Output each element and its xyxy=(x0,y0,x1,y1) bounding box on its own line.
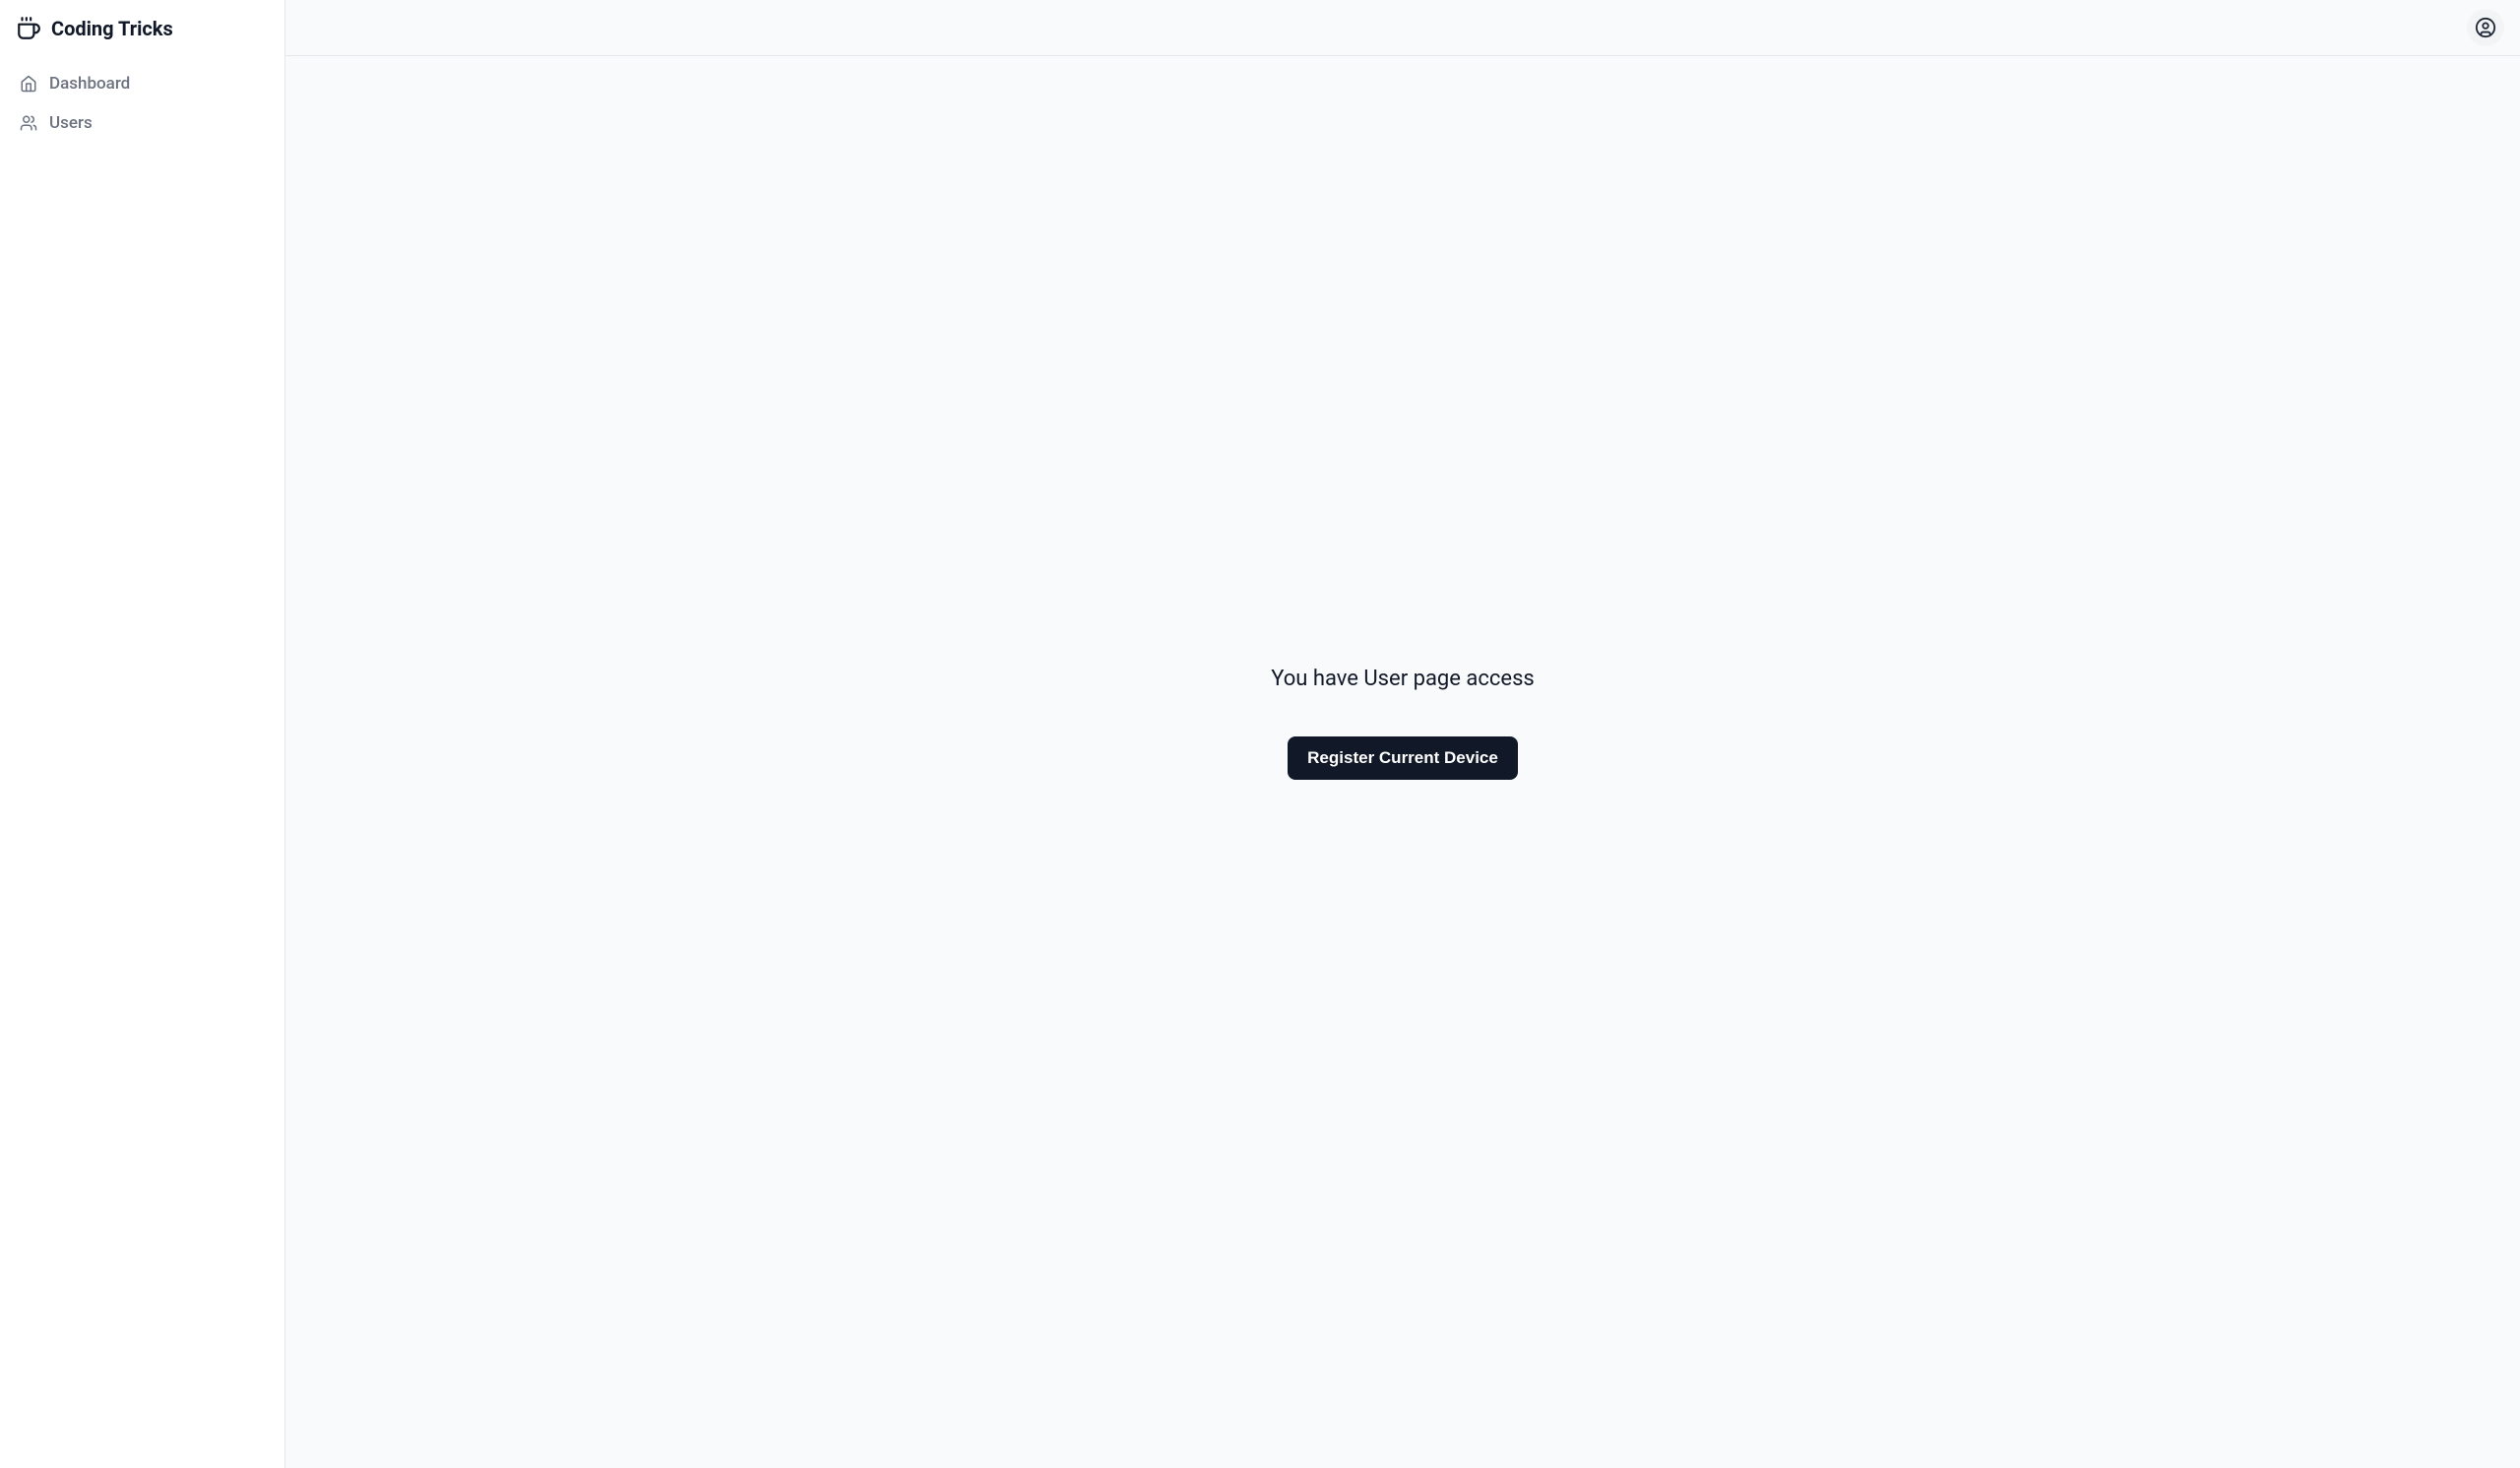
sidebar-item-users[interactable]: Users xyxy=(8,105,277,141)
users-icon xyxy=(20,114,37,132)
sidebar-item-dashboard[interactable]: Dashboard xyxy=(8,66,277,101)
sidebar-nav: Dashboard Users xyxy=(0,56,284,151)
main-area: You have User page access Register Curre… xyxy=(285,0,2520,1468)
sidebar-item-label: Users xyxy=(49,113,93,133)
sidebar-header: Coding Tricks xyxy=(0,0,284,56)
sidebar: Coding Tricks Dashboard Users xyxy=(0,0,285,1468)
sidebar-item-label: Dashboard xyxy=(49,74,130,94)
topbar xyxy=(285,0,2520,56)
access-message: You have User page access xyxy=(1271,667,1535,691)
coffee-icon xyxy=(16,16,41,41)
brand-title: Coding Tricks xyxy=(51,17,173,40)
profile-button[interactable] xyxy=(2467,9,2504,46)
home-icon xyxy=(20,75,37,93)
content: You have User page access Register Curre… xyxy=(285,56,2520,1468)
register-device-button[interactable]: Register Current Device xyxy=(1288,736,1518,780)
user-circle-icon xyxy=(2475,17,2496,38)
